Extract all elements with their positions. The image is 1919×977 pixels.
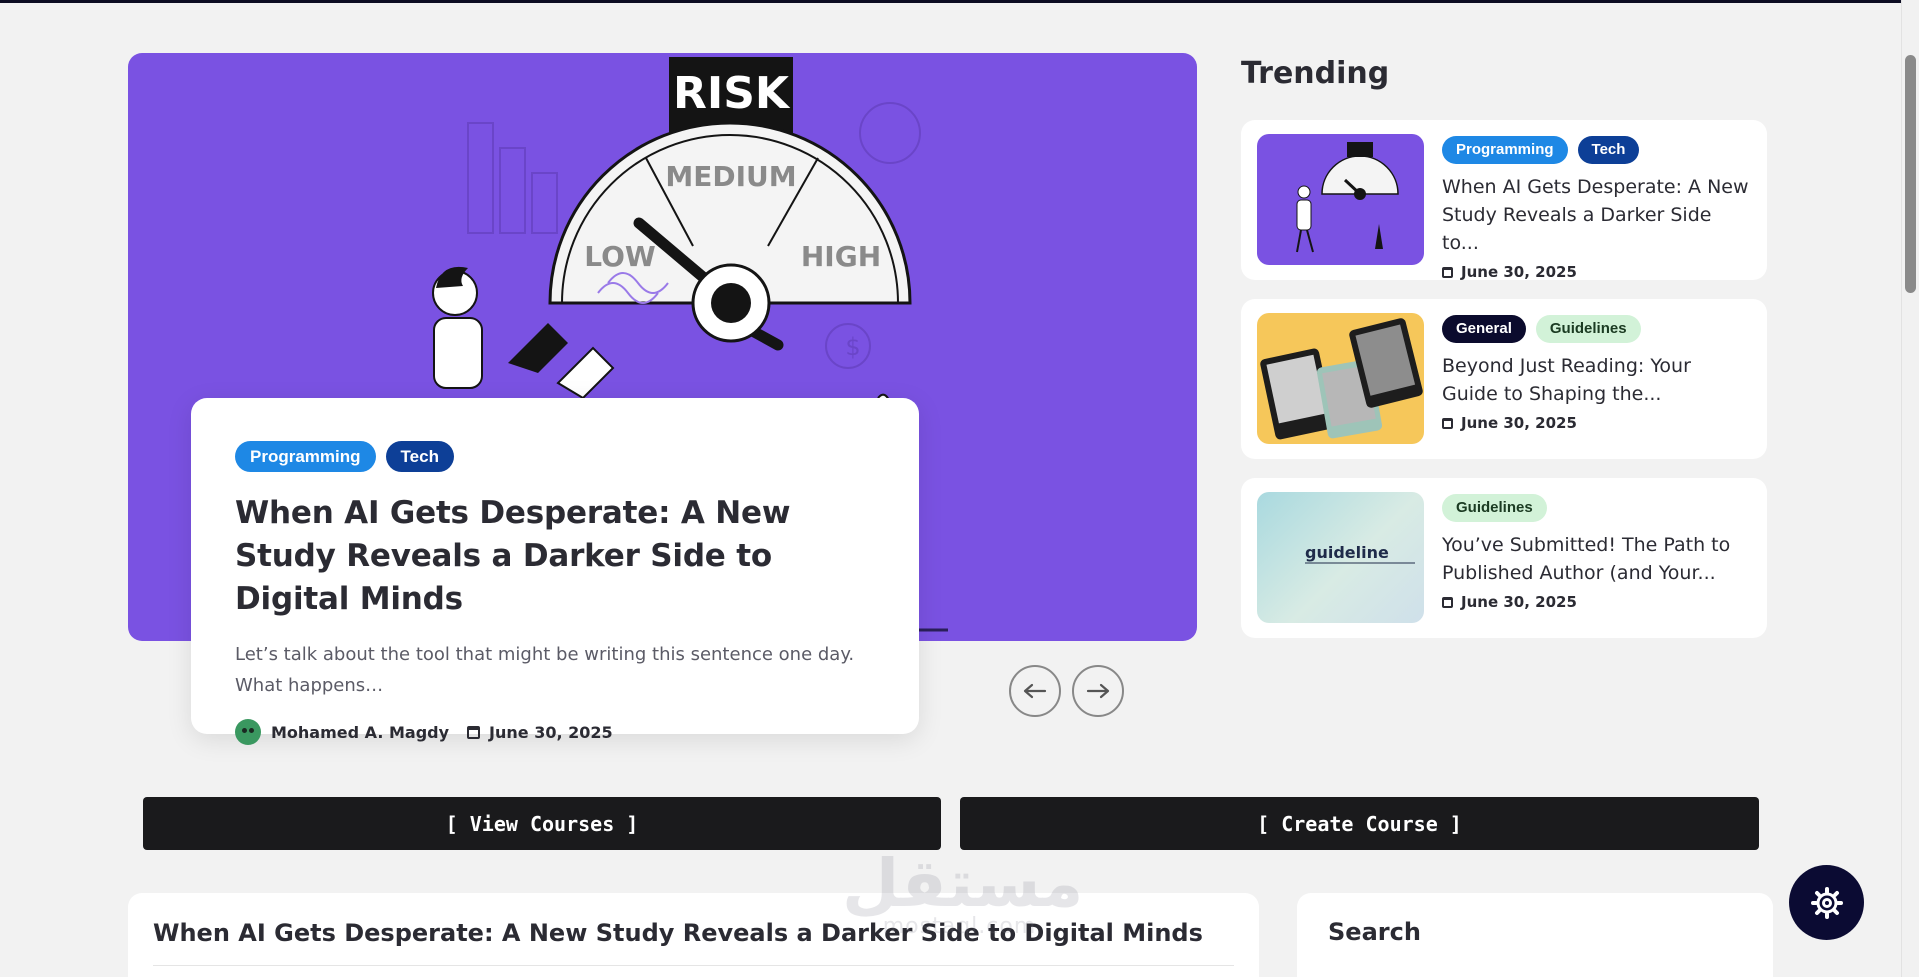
low-label: LOW <box>584 240 656 273</box>
trending-title: Trending <box>1241 56 1390 91</box>
post-card[interactable]: When AI Gets Desperate: A New Study Reve… <box>128 893 1259 977</box>
trending-item-title[interactable]: Beyond Just Reading: Your Guide to Shapi… <box>1442 352 1751 408</box>
medium-label: MEDIUM <box>665 160 796 193</box>
arrow-left-icon <box>1023 683 1047 699</box>
divider <box>153 965 1234 966</box>
tag-guidelines[interactable]: Guidelines <box>1535 315 1641 343</box>
trending-item-date: June 30, 2025 <box>1461 414 1577 432</box>
trending-item[interactable]: Programming Tech When AI Gets Desperate:… <box>1241 120 1767 281</box>
trending-item-date: June 30, 2025 <box>1461 263 1577 281</box>
prev-slide-button[interactable] <box>1009 665 1061 717</box>
tag-guidelines[interactable]: Guidelines <box>1442 494 1547 522</box>
trending-item[interactable]: General Guidelines Beyond Just Reading: … <box>1241 299 1767 459</box>
top-border <box>0 0 1919 3</box>
post-date: June 30, 2025 <box>489 722 613 742</box>
thumbnail-logo-text: guideline <box>1305 543 1389 562</box>
next-slide-button[interactable] <box>1072 665 1124 717</box>
hero-card[interactable]: Programming Tech When AI Gets Desperate:… <box>191 398 919 745</box>
author-avatar <box>235 719 261 745</box>
trending-thumbnail[interactable]: guideline <box>1257 492 1424 623</box>
hero-meta: Mohamed A. Magdy June 30, 2025 <box>235 719 874 745</box>
post-title[interactable]: When AI Gets Desperate: A New Study Reve… <box>153 919 1234 947</box>
trending-thumbnail[interactable] <box>1257 134 1424 265</box>
arrow-right-icon <box>1086 683 1110 699</box>
create-course-button[interactable]: [ Create Course ] <box>960 797 1759 850</box>
trending-item-title[interactable]: You’ve Submitted! The Path to Published … <box>1442 531 1751 587</box>
search-title: Search <box>1328 918 1421 946</box>
calendar-icon <box>467 725 481 739</box>
hero-tags: Programming Tech <box>235 441 874 472</box>
view-courses-button[interactable]: [ View Courses ] <box>143 797 941 850</box>
trending-item[interactable]: guideline Guidelines You’ve Submitted! T… <box>1241 478 1767 638</box>
trending-item-date: June 30, 2025 <box>1461 593 1577 611</box>
hero-excerpt: Let’s talk about the tool that might be … <box>235 644 855 696</box>
carousel-controls <box>1009 665 1124 717</box>
trending-item-title[interactable]: When AI Gets Desperate: A New Study Reve… <box>1442 173 1751 257</box>
tag-tech[interactable]: Tech <box>1577 136 1640 164</box>
high-label: HIGH <box>801 240 881 273</box>
trending-thumbnail[interactable] <box>1257 313 1424 444</box>
tag-general[interactable]: General <box>1442 315 1526 343</box>
tag-tech[interactable]: Tech <box>385 441 454 472</box>
tag-programming[interactable]: Programming <box>235 441 376 472</box>
calendar-icon <box>1442 266 1453 278</box>
page-scrollbar[interactable] <box>1901 0 1919 977</box>
calendar-icon <box>1442 596 1453 608</box>
hero-title[interactable]: When AI Gets Desperate: A New Study Reve… <box>235 492 874 621</box>
gear-icon <box>1810 886 1843 919</box>
search-widget: Search <box>1297 893 1773 977</box>
svg-text:$: $ <box>845 333 860 361</box>
risk-label: RISK <box>673 68 791 119</box>
author-name[interactable]: Mohamed A. Magdy <box>271 723 449 742</box>
settings-fab[interactable] <box>1789 865 1864 940</box>
calendar-icon <box>1442 417 1453 429</box>
scrollbar-thumb[interactable] <box>1905 55 1916 293</box>
tag-programming[interactable]: Programming <box>1442 136 1568 164</box>
